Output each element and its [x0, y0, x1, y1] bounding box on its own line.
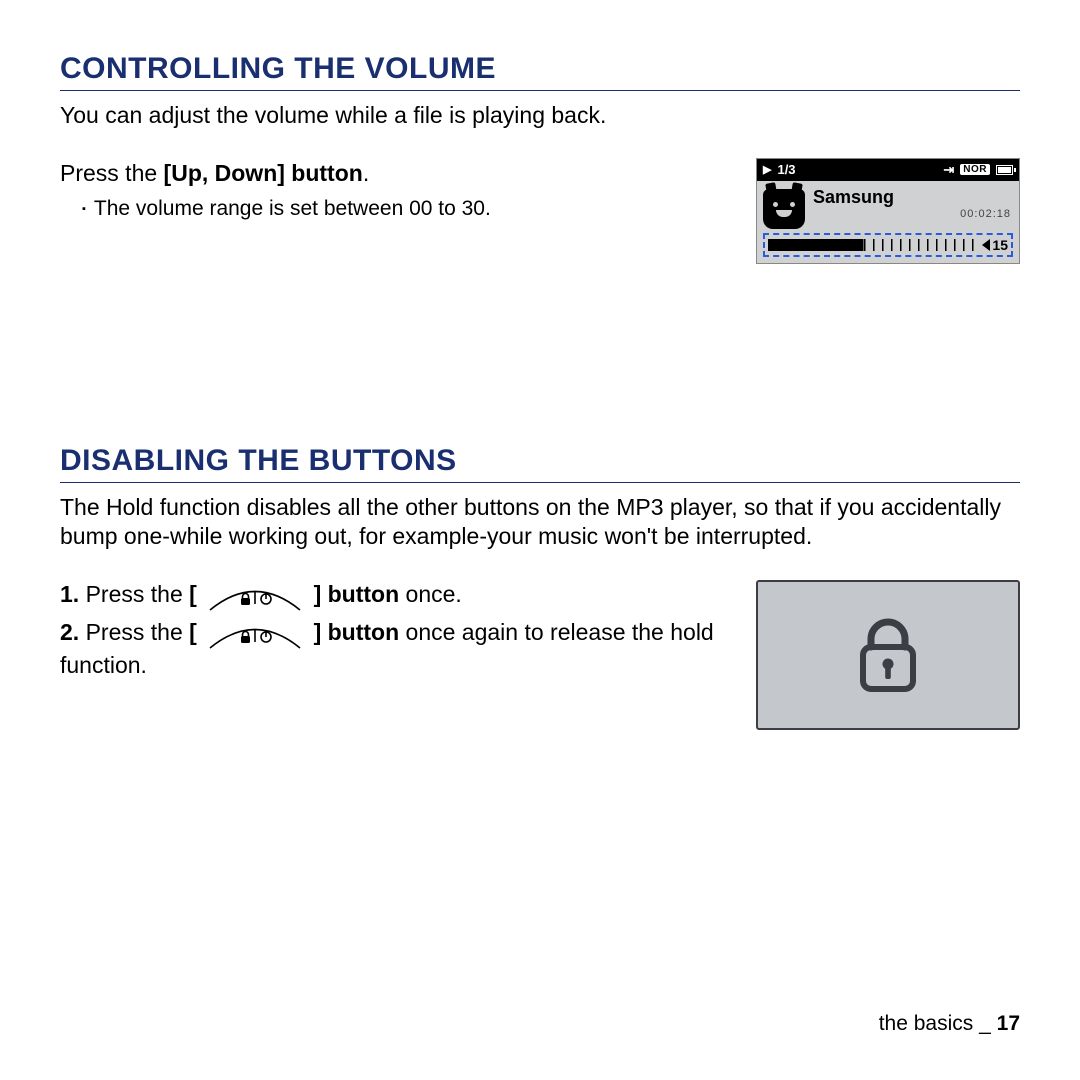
disable-step-2: 2. Press the [ ] button once again to re…	[60, 616, 732, 680]
heading-disable-buttons: DISABLING THE BUTTONS	[60, 444, 1020, 483]
heading-volume: CONTROLLING THE VOLUME	[60, 52, 1020, 91]
play-icon: ▶	[763, 163, 771, 176]
track-time: 00:02:18	[813, 208, 1011, 220]
intro-volume: You can adjust the volume while a file i…	[60, 101, 1020, 130]
disable-step-1: 1. Press the [ ] button once.	[60, 578, 732, 610]
shuffle-icon: ⇥	[943, 162, 954, 178]
hold-power-button-icon	[205, 623, 305, 649]
lock-icon	[855, 617, 921, 693]
volume-arrow-icon	[982, 239, 990, 251]
volume-step: Press the [Up, Down] button.	[60, 158, 736, 189]
step-suffix: .	[363, 160, 369, 186]
mascot-icon	[763, 189, 805, 229]
battery-icon	[996, 165, 1013, 175]
step-bold: [Up, Down] button	[164, 160, 363, 186]
step-num: 2.	[60, 619, 79, 645]
volume-bar	[768, 239, 980, 251]
intro-disable: The Hold function disables all the other…	[60, 493, 1020, 551]
player-screen-illustration: ▶ 1/3 ⇥ NOR Samsung 00:02:18 15	[756, 158, 1020, 264]
eq-badge: NOR	[960, 164, 990, 175]
footer-section: the basics	[879, 1012, 974, 1035]
bullet-text: The volume range is set between 00 to 30…	[94, 195, 491, 222]
track-index: 1/3	[777, 162, 795, 177]
hold-power-button-icon	[205, 585, 305, 611]
step-num: 1.	[60, 581, 79, 607]
volume-level: 15	[992, 237, 1008, 253]
step-prefix: Press the	[60, 160, 164, 186]
footer-page: 17	[997, 1012, 1020, 1035]
page-footer: the basics _ 17	[879, 1012, 1020, 1036]
volume-bullet: The volume range is set between 00 to 30…	[60, 195, 736, 222]
track-title: Samsung	[813, 187, 1011, 208]
volume-bar-highlight: 15	[763, 233, 1013, 257]
lock-screen-illustration	[756, 580, 1020, 730]
player-status-bar: ▶ 1/3 ⇥ NOR	[757, 159, 1019, 181]
